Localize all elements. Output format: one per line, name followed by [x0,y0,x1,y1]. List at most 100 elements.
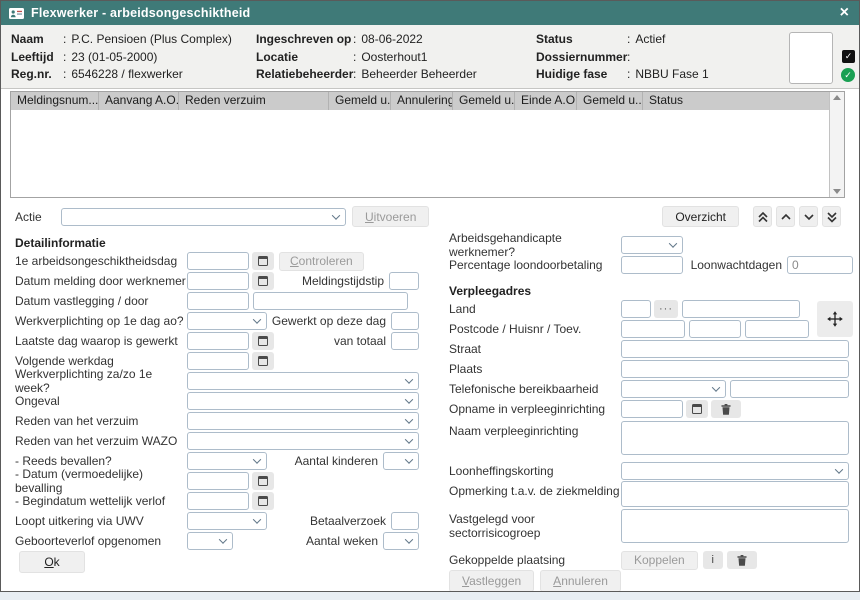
vastgelegd-door-input[interactable] [253,292,408,310]
field-value: 23 (01-05-2000) [71,49,157,67]
gewerkt-op-deze-dag-input[interactable] [391,312,419,330]
reden-verzuim-wazo-select[interactable] [187,432,419,450]
chevron-down-icon [405,455,413,463]
column-header-aanvang[interactable]: Aanvang A.O. [99,92,179,110]
koppelen-button[interactable]: Koppelen [621,551,698,570]
loonheffingskorting-select[interactable] [621,462,849,480]
plaats-input[interactable] [621,360,849,378]
calendar-icon[interactable] [686,400,708,418]
column-header-meldingsnummer[interactable]: Meldingsnum... [11,92,99,110]
calendar-icon[interactable] [252,492,274,510]
eerste-ao-dag-input[interactable] [187,252,249,270]
percentage-loondoorbetaling-input[interactable] [621,256,683,274]
field-value: 08-06-2022 [361,31,422,49]
scroll-prev-button[interactable] [776,206,795,227]
meldingstijdstip-label: Meldingstijdstip [302,274,389,288]
detail-form: Detailinformatie 1e arbeidsongeschikthei… [1,227,859,579]
controleren-button[interactable]: Controleren [279,252,364,271]
geboorteverlof-select[interactable] [187,532,233,550]
table-body[interactable] [11,110,829,197]
chevron-down-icon [405,435,413,443]
arbeidsgehandicapte-select[interactable] [621,236,683,254]
column-header-status[interactable]: Status [643,92,829,110]
ellipsis-lookup-button[interactable]: ··· [654,300,678,318]
column-header-gemeld-2[interactable]: Gemeld u... [453,92,515,110]
postcode-input[interactable] [621,320,685,338]
double-chevron-down-icon [826,211,838,223]
laatste-dag-gewerkt-input[interactable] [187,332,249,350]
table-main: Meldingsnum... Aanvang A.O. Reden verzui… [11,92,829,197]
loonheffingskorting-label: Loonheffingskorting [449,464,621,478]
chevron-down-icon [332,211,340,219]
toevoeging-input[interactable] [745,320,809,338]
move-icon[interactable] [817,301,853,337]
table-scrollbar[interactable] [829,92,844,197]
datum-bevalling-input[interactable] [187,472,249,490]
reeds-bevallen-label: - Reeds bevallen? [15,454,187,468]
ongeval-select[interactable] [187,392,419,410]
calendar-icon[interactable] [252,332,274,350]
land-code-input[interactable] [621,300,651,318]
calendar-icon[interactable] [252,352,274,370]
column-header-reden-verzuim[interactable]: Reden verzuim [179,92,329,110]
uitvoeren-button[interactable]: Uitvoeren [352,206,429,227]
loonwachtdagen-input[interactable] [787,256,853,274]
begindatum-verlof-input[interactable] [187,492,249,510]
scroll-up-icon[interactable] [833,95,841,100]
chevron-down-icon [405,535,413,543]
column-header-gemeld-1[interactable]: Gemeld u... [329,92,391,110]
loopt-uitkering-uwv-label: Loopt uitkering via UWV [15,514,187,528]
info-right-zone: ✓ ✓ [789,31,855,84]
loopt-uitkering-uwv-select[interactable] [187,512,267,530]
checkbox-checked-icon[interactable]: ✓ [842,50,855,63]
aantal-kinderen-select[interactable] [383,452,419,470]
aantal-weken-select[interactable] [383,532,419,550]
telefoon-type-select[interactable] [621,380,726,398]
van-totaal-input[interactable] [391,332,419,350]
actie-select[interactable] [61,208,346,226]
reeds-bevallen-select[interactable] [187,452,267,470]
datum-vastlegging-input[interactable] [187,292,249,310]
chevron-down-icon [253,455,261,463]
opmerking-ziekmelding-textarea[interactable] [621,481,849,507]
ok-button[interactable]: Ok [19,551,85,573]
scroll-next-button[interactable] [799,206,818,227]
reden-verzuim-select[interactable] [187,412,419,430]
calendar-icon[interactable] [252,272,274,290]
close-button[interactable]: × [838,5,851,21]
datum-melding-input[interactable] [187,272,249,290]
werkverplichting-1e-dag-select[interactable] [187,312,267,330]
huisnr-input[interactable] [689,320,741,338]
flexwerker-dialog: Flexwerker - arbeidsongeschiktheid × Naa… [0,0,860,592]
opname-datum-input[interactable] [621,400,683,418]
sectorrisicogroep-textarea[interactable] [621,509,849,543]
person-info-panel: Naam:P.C. Pensioen (Plus Complex) Leefti… [1,25,859,89]
column-header-einde[interactable]: Einde A.O. [515,92,577,110]
section-title-detailinformatie: Detailinformatie [15,235,419,251]
colon: : [627,66,635,84]
trash-icon[interactable] [711,400,741,418]
scroll-down-icon[interactable] [833,189,841,194]
overzicht-button[interactable]: Overzicht [662,206,739,227]
land-naam-input[interactable] [682,300,800,318]
info-button[interactable]: i [703,551,723,569]
meldingstijdstip-input[interactable] [389,272,419,290]
werkverplichting-zazo-select[interactable] [187,372,419,390]
field-value: Oosterhout1 [361,49,427,67]
straat-input[interactable] [621,340,849,358]
volgende-werkdag-input[interactable] [187,352,249,370]
column-header-annulering[interactable]: Annulering [391,92,453,110]
field-value: Actief [635,31,665,49]
column-header-gemeld-3[interactable]: Gemeld u... [577,92,643,110]
naam-verpleeginrichting-textarea[interactable] [621,421,849,455]
scroll-first-button[interactable] [753,206,772,227]
field-value: Beheerder Beheerder [361,66,476,84]
calendar-icon[interactable] [252,252,274,270]
telefoonnummer-input[interactable] [730,380,849,398]
trash-icon[interactable] [727,551,757,569]
scroll-last-button[interactable] [822,206,841,227]
vastleggen-button[interactable]: Vastleggen [449,570,534,592]
annuleren-button[interactable]: Annuleren [540,570,621,592]
calendar-icon[interactable] [252,472,274,490]
betaalverzoek-input[interactable] [391,512,419,530]
